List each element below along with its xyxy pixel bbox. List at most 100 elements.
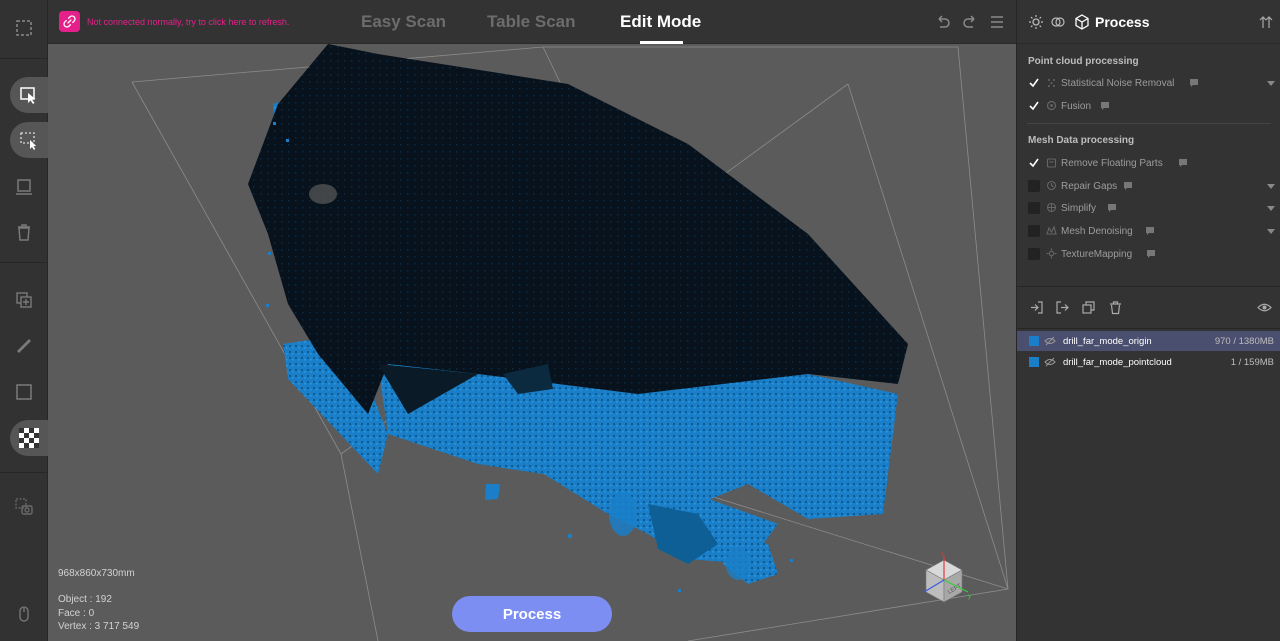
floating-parts-icon <box>1046 158 1057 168</box>
export-icon[interactable] <box>1055 300 1070 315</box>
face-count: Face : 0 <box>58 608 95 619</box>
mesh-section-title: Mesh Data processing <box>1028 135 1135 146</box>
cube-icon[interactable] <box>1074 14 1090 30</box>
process-button[interactable]: Process <box>452 596 612 632</box>
point-cloud-scene[interactable] <box>48 44 1016 641</box>
option-simplify[interactable]: Simplify <box>1017 198 1280 218</box>
option-label: Fusion <box>1061 101 1092 112</box>
crop-icon <box>16 384 32 400</box>
object-count: Object : 192 <box>58 594 112 605</box>
panel-header: Process <box>1017 0 1280 44</box>
simplify-icon <box>1046 202 1057 213</box>
delete-tool-button[interactable] <box>0 210 48 254</box>
noise-icon <box>1048 79 1055 87</box>
object-size: 1 / 159MB <box>1230 357 1274 368</box>
disconnected-link-icon[interactable] <box>59 11 80 32</box>
layers-icon[interactable] <box>1050 14 1066 30</box>
capture-button[interactable] <box>0 484 48 528</box>
hidden-eye-icon[interactable] <box>1044 357 1056 367</box>
top-bar: Not connected normally, try to click her… <box>48 0 1016 44</box>
select-tool-button[interactable] <box>10 77 48 113</box>
info-flag-icon[interactable] <box>1146 227 1154 235</box>
checkbox-unchecked[interactable] <box>1028 248 1040 260</box>
checkbox-unchecked[interactable] <box>1028 202 1040 214</box>
model-dimensions: 968x860x730mm <box>58 568 135 579</box>
fit-view-icon <box>16 20 32 36</box>
object-row[interactable]: drill_far_mode_pointcloud 1 / 159MB <box>1017 352 1280 372</box>
object-color-swatch[interactable] <box>1029 357 1039 367</box>
texture-view-button[interactable] <box>10 420 48 456</box>
option-repair-gaps[interactable]: Repair Gaps <box>1017 176 1280 196</box>
collapse-panel-icon[interactable] <box>1258 14 1274 30</box>
panel-title: Process <box>1095 14 1150 30</box>
info-flag-icon[interactable] <box>1108 204 1116 212</box>
redo-icon[interactable] <box>961 13 979 31</box>
tab-table-scan[interactable]: Table Scan <box>487 12 576 32</box>
option-label: Statistical Noise Removal <box>1061 78 1175 89</box>
denoise-icon <box>1046 225 1057 235</box>
info-flag-icon[interactable] <box>1124 182 1132 190</box>
option-label: TextureMapping <box>1061 249 1133 260</box>
option-fusion[interactable]: Fusion <box>1017 96 1280 116</box>
option-texture-mapping[interactable]: TextureMapping <box>1017 244 1280 264</box>
expand-arrow-icon[interactable] <box>1267 206 1275 211</box>
screen-tool-button[interactable] <box>0 165 48 209</box>
option-mesh-denoising[interactable]: Mesh Denoising <box>1017 221 1280 241</box>
option-statistical-noise-removal[interactable]: Statistical Noise Removal <box>1017 73 1280 93</box>
checkbox-checked[interactable] <box>1028 77 1040 89</box>
connection-warning[interactable]: Not connected normally, try to click her… <box>87 17 289 27</box>
ruler-icon <box>17 339 31 353</box>
point-cloud-dark <box>248 44 908 414</box>
lasso-select-icon <box>20 132 37 150</box>
section-divider <box>1027 123 1271 124</box>
visibility-eye-icon[interactable] <box>1257 300 1272 315</box>
view-cube[interactable]: LEFT z y <box>916 550 976 614</box>
object-name: drill_far_mode_pointcloud <box>1063 357 1172 368</box>
menu-icon[interactable] <box>988 13 1006 31</box>
copy-icon[interactable] <box>1081 300 1096 315</box>
app-window: Not connected normally, try to click her… <box>0 0 1280 641</box>
expand-arrow-icon[interactable] <box>1267 81 1275 86</box>
checkbox-unchecked[interactable] <box>1028 225 1040 237</box>
object-color-swatch[interactable] <box>1029 336 1039 346</box>
object-row[interactable]: drill_far_mode_origin 970 / 1380MB <box>1017 331 1280 351</box>
info-flag-icon[interactable] <box>1179 159 1187 167</box>
tab-edit-mode[interactable]: Edit Mode <box>620 12 701 32</box>
repair-icon <box>1046 180 1057 191</box>
select-icon <box>20 87 36 104</box>
info-flag-icon[interactable] <box>1147 250 1155 258</box>
fit-view-button[interactable] <box>0 6 48 50</box>
object-size: 970 / 1380MB <box>1214 336 1274 347</box>
hidden-eye-icon[interactable] <box>1044 336 1056 346</box>
point-cloud-section-title: Point cloud processing <box>1028 56 1139 67</box>
sun-icon[interactable] <box>1028 14 1044 30</box>
lasso-select-button[interactable] <box>10 122 48 158</box>
fusion-icon <box>1046 100 1057 111</box>
checkbox-checked[interactable] <box>1028 100 1040 112</box>
crop-button[interactable] <box>0 370 48 414</box>
measure-button[interactable] <box>0 324 48 368</box>
option-label: Repair Gaps <box>1061 181 1118 192</box>
expand-arrow-icon[interactable] <box>1267 229 1275 234</box>
duplicate-icon <box>16 292 32 308</box>
undo-icon[interactable] <box>934 13 952 31</box>
checkbox-checked[interactable] <box>1028 157 1040 169</box>
option-label: Remove Floating Parts <box>1061 158 1163 169</box>
delete-object-icon[interactable] <box>1108 300 1123 315</box>
vertex-count: Vertex : 3 717 549 <box>58 621 140 632</box>
duplicate-button[interactable] <box>0 278 48 322</box>
expand-arrow-icon[interactable] <box>1267 184 1275 189</box>
tab-easy-scan[interactable]: Easy Scan <box>361 12 446 32</box>
checkbox-unchecked[interactable] <box>1028 180 1040 192</box>
info-flag-icon[interactable] <box>1101 102 1109 110</box>
svg-text:y: y <box>968 594 971 600</box>
3d-viewport[interactable]: 968x860x730mm Object : 192 Face : 0 Vert… <box>48 44 1016 641</box>
mouse-hint[interactable] <box>0 592 48 636</box>
option-remove-floating-parts[interactable]: Remove Floating Parts <box>1017 153 1280 173</box>
trash-icon <box>18 224 30 241</box>
option-label: Mesh Denoising <box>1061 226 1133 237</box>
import-icon[interactable] <box>1029 300 1044 315</box>
mouse-icon <box>19 606 29 622</box>
object-name: drill_far_mode_origin <box>1063 336 1152 347</box>
info-flag-icon[interactable] <box>1190 79 1198 87</box>
